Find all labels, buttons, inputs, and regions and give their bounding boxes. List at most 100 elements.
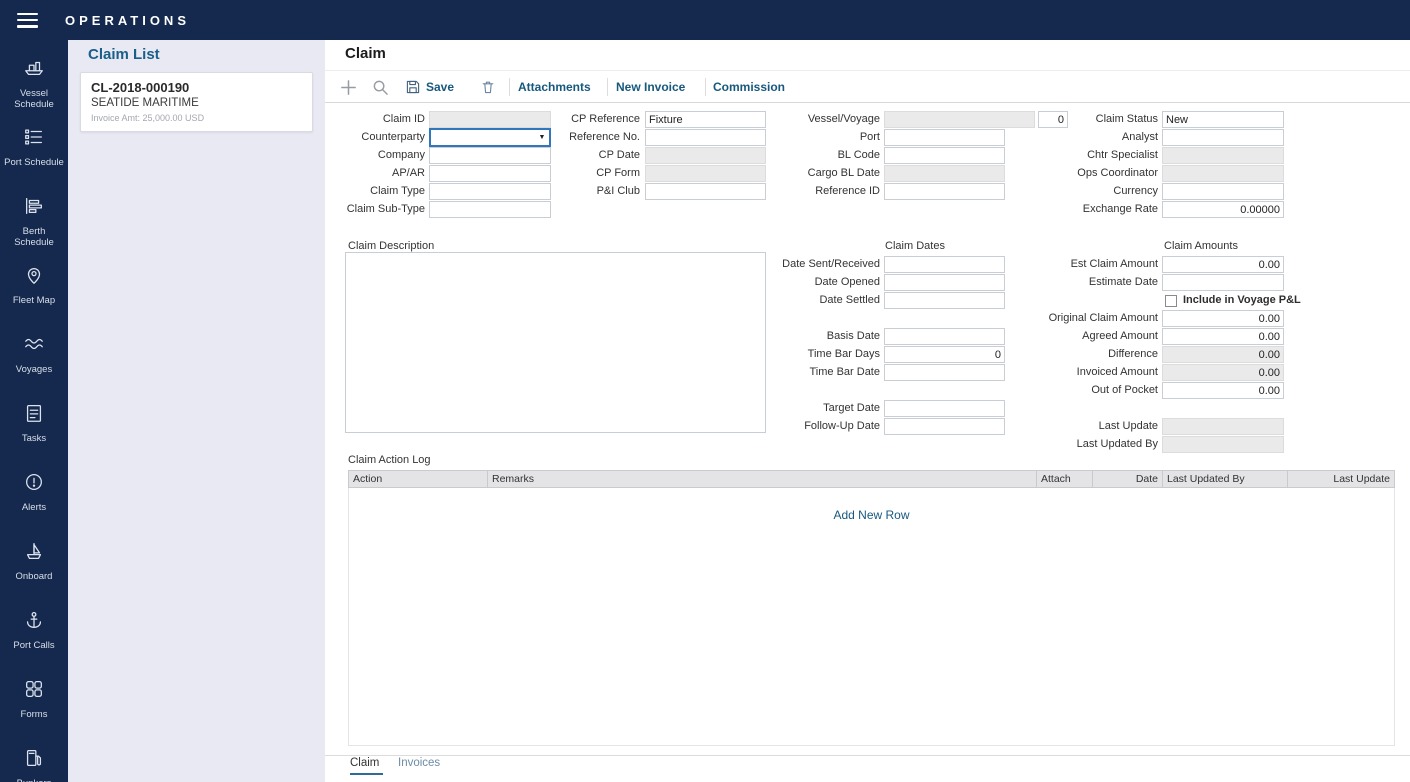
analyst-input[interactable] <box>1162 129 1284 146</box>
delete-icon[interactable] <box>480 79 496 95</box>
add-new-row-link[interactable]: Add New Row <box>349 508 1394 522</box>
port-label: Port <box>747 129 880 146</box>
time-bar-days-input[interactable] <box>884 346 1005 363</box>
pi-club-label: P&I Club <box>521 183 640 200</box>
claim-list-title: Claim List <box>88 46 160 63</box>
sidebar-item-label: Berth Schedule <box>4 226 64 248</box>
berth-schedule-icon <box>23 195 45 222</box>
tab-invoices[interactable]: Invoices <box>398 757 440 769</box>
last-updated-by-input[interactable] <box>1162 436 1284 453</box>
vessel-input[interactable] <box>884 111 1035 128</box>
include-in-voyage-pnl-checkbox[interactable] <box>1165 295 1177 307</box>
sidebar-item-onboard[interactable]: Onboard <box>0 531 68 600</box>
claim-list-item[interactable]: CL-2018-000190 SEATIDE MARITIME Invoice … <box>80 72 313 132</box>
alerts-icon <box>23 471 45 498</box>
claim-form-panel: Claim Save Attachments New Invoice Commi… <box>325 40 1410 782</box>
reference-id-input[interactable] <box>884 183 1005 200</box>
counterparty-input[interactable] <box>431 130 535 145</box>
company-label: Company <box>325 147 425 164</box>
column-header-date: Date <box>1093 471 1163 487</box>
sidebar-item-label: Alerts <box>4 502 64 513</box>
sidebar-item-forms[interactable]: Forms <box>0 669 68 738</box>
column-header-remarks: Remarks <box>488 471 1037 487</box>
cp-form-label: CP Form <box>521 165 640 182</box>
vessel-schedule-icon <box>23 57 45 84</box>
estimate-date-label: Estimate Date <box>1005 274 1158 291</box>
est-claim-amount-input[interactable] <box>1162 256 1284 273</box>
column-header-action: Action <box>349 471 488 487</box>
cp-reference-label: CP Reference <box>521 111 640 128</box>
cargo-bl-date-input[interactable] <box>884 165 1005 182</box>
date-sent-received-input[interactable] <box>884 256 1005 273</box>
include-in-voyage-pnl-label: Include in Voyage P&L <box>1183 292 1301 309</box>
toolbar-separator <box>705 78 706 96</box>
date-opened-label: Date Opened <box>735 274 880 291</box>
port-input[interactable] <box>884 129 1005 146</box>
difference-input[interactable] <box>1162 346 1284 363</box>
currency-input[interactable] <box>1162 183 1284 200</box>
basis-date-input[interactable] <box>884 328 1005 345</box>
target-date-label: Target Date <box>735 400 880 417</box>
agreed-amount-input[interactable] <box>1162 328 1284 345</box>
sidebar-item-label: Port Calls <box>4 640 64 651</box>
page-title: Claim <box>345 45 386 62</box>
sidebar-item-label: Onboard <box>4 571 64 582</box>
new-invoice-button[interactable]: New Invoice <box>616 80 685 94</box>
chtr-specialist-input[interactable] <box>1162 147 1284 164</box>
claim-amounts-title: Claim Amounts <box>1095 238 1307 255</box>
save-button[interactable]: Save <box>426 80 454 94</box>
tab-bar-divider <box>325 755 1410 756</box>
add-icon[interactable] <box>339 78 358 97</box>
follow-up-date-input[interactable] <box>884 418 1005 435</box>
claim-counterparty-text: SEATIDE MARITIME <box>91 97 302 109</box>
sidebar-item-port-schedule[interactable]: Port Schedule <box>0 117 68 186</box>
sidebar-item-port-calls[interactable]: Port Calls <box>0 600 68 669</box>
claim-action-log-title: Claim Action Log <box>348 454 431 466</box>
claim-sub-type-label: Claim Sub-Type <box>325 201 425 218</box>
attachments-button[interactable]: Attachments <box>518 80 591 94</box>
original-claim-amount-label: Original Claim Amount <box>1005 310 1158 327</box>
sidebar-item-fleet-map[interactable]: Fleet Map <box>0 255 68 324</box>
tab-claim[interactable]: Claim <box>350 757 379 769</box>
sidebar-item-tasks[interactable]: Tasks <box>0 393 68 462</box>
basis-date-label: Basis Date <box>735 328 880 345</box>
exchange-rate-input[interactable] <box>1162 201 1284 218</box>
invoiced-amount-input[interactable] <box>1162 364 1284 381</box>
claim-status-label: Claim Status <box>1015 111 1158 128</box>
last-update-input[interactable] <box>1162 418 1284 435</box>
top-bar: OPERATIONS <box>0 0 1410 40</box>
counterparty-label: Counterparty <box>325 129 425 146</box>
forms-icon <box>23 678 45 705</box>
save-icon[interactable] <box>405 79 421 95</box>
search-icon[interactable] <box>372 79 389 96</box>
ops-coordinator-input[interactable] <box>1162 165 1284 182</box>
est-claim-amount-label: Est Claim Amount <box>1005 256 1158 273</box>
chtr-specialist-label: Chtr Specialist <box>1015 147 1158 164</box>
claim-description-textarea[interactable] <box>345 252 766 433</box>
date-settled-input[interactable] <box>884 292 1005 309</box>
column-header-attach: Attach <box>1037 471 1093 487</box>
hamburger-menu-icon[interactable] <box>17 13 38 28</box>
claim-sub-type-input[interactable] <box>429 201 551 218</box>
claim-dates-title: Claim Dates <box>805 238 1025 255</box>
sidebar-item-bunkers[interactable]: Bunkers <box>0 738 68 782</box>
sidebar-item-voyages[interactable]: Voyages <box>0 324 68 393</box>
time-bar-date-input[interactable] <box>884 364 1005 381</box>
out-of-pocket-input[interactable] <box>1162 382 1284 399</box>
sidebar-item-berth-schedule[interactable]: Berth Schedule <box>0 186 68 255</box>
estimate-date-input[interactable] <box>1162 274 1284 291</box>
claim-list-panel: Claim List CL-2018-000190 SEATIDE MARITI… <box>68 40 325 782</box>
original-claim-amount-input[interactable] <box>1162 310 1284 327</box>
target-date-input[interactable] <box>884 400 1005 417</box>
claim-status-input[interactable] <box>1162 111 1284 128</box>
commission-button[interactable]: Commission <box>713 80 785 94</box>
sidebar-item-alerts[interactable]: Alerts <box>0 462 68 531</box>
tasks-icon <box>23 402 45 429</box>
sidebar-item-vessel-schedule[interactable]: Vessel Schedule <box>0 48 68 117</box>
port-schedule-icon <box>23 126 45 153</box>
cargo-bl-date-label: Cargo BL Date <box>747 165 880 182</box>
date-opened-input[interactable] <box>884 274 1005 291</box>
bl-code-input[interactable] <box>884 147 1005 164</box>
app-title: OPERATIONS <box>65 13 190 28</box>
cp-date-label: CP Date <box>521 147 640 164</box>
